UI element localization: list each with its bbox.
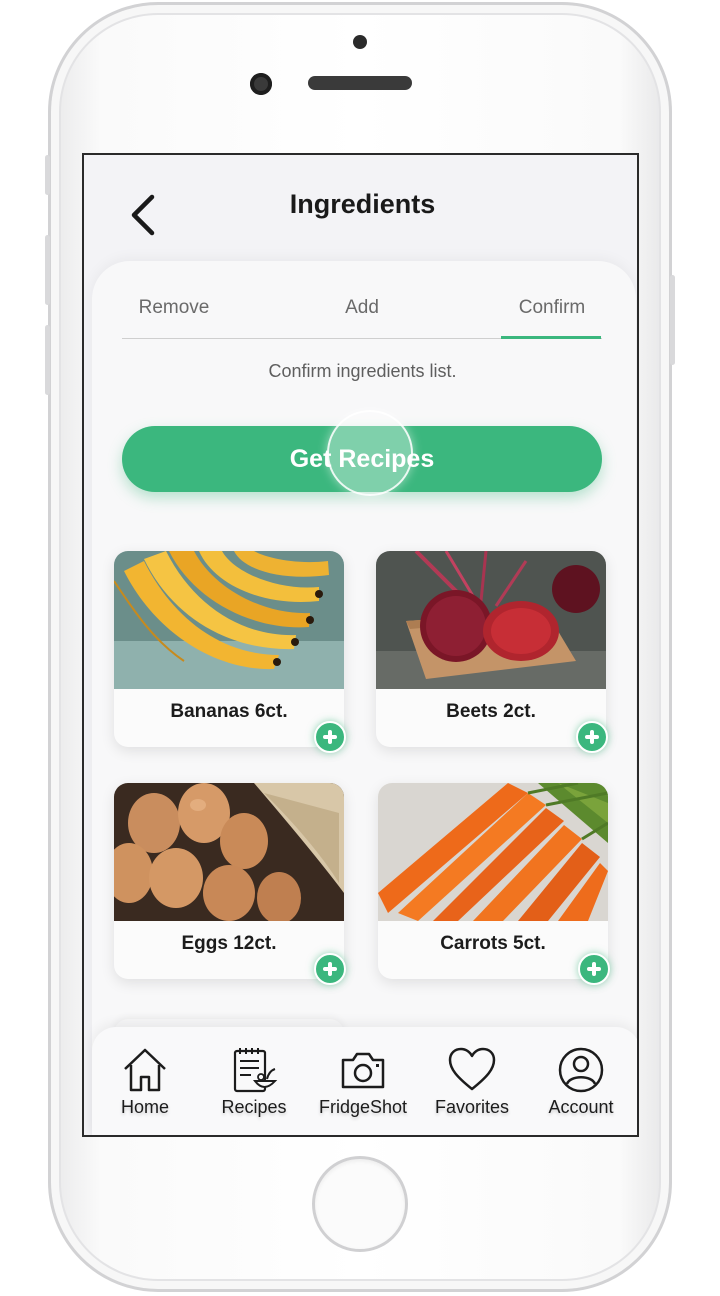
bananas-image xyxy=(114,551,344,689)
nav-fridgeshot[interactable]: FridgeShot xyxy=(308,1045,418,1135)
ingredient-card-bananas[interactable]: Bananas 6ct. xyxy=(114,551,346,753)
ingredient-card-carrots[interactable]: Carrots 5ct. xyxy=(378,783,610,985)
touch-indicator xyxy=(327,410,413,496)
camera-icon xyxy=(341,1052,385,1089)
eggs-image xyxy=(114,783,344,921)
nav-label-home: Home xyxy=(120,1097,169,1117)
home-hardware-button[interactable] xyxy=(312,1156,408,1252)
carrots-image xyxy=(378,783,608,921)
recipes-icon xyxy=(233,1048,278,1093)
add-icon[interactable] xyxy=(314,953,346,985)
sensor-dot xyxy=(353,35,367,49)
add-icon[interactable] xyxy=(578,953,610,985)
heart-icon xyxy=(448,1047,496,1091)
tab-add[interactable]: Add xyxy=(312,297,412,319)
confirm-hint-text: Confirm ingredients list. xyxy=(268,361,457,381)
add-icon[interactable] xyxy=(576,721,608,753)
tab-confirm[interactable]: Confirm xyxy=(502,297,602,319)
account-icon xyxy=(558,1047,604,1093)
tab-remove[interactable]: Remove xyxy=(124,297,224,319)
earpiece-speaker xyxy=(308,76,412,90)
volume-up-button xyxy=(45,235,50,305)
nav-home[interactable]: Home xyxy=(90,1045,200,1135)
ingredient-label: Bananas 6ct. xyxy=(170,701,288,722)
page-title: Ingredients xyxy=(289,189,436,219)
nav-label-recipes: Recipes xyxy=(221,1097,287,1117)
nav-label-fridgeshot: FridgeShot xyxy=(318,1097,408,1117)
ingredient-label: Eggs 12ct. xyxy=(181,933,277,954)
nav-label-account: Account xyxy=(548,1097,614,1117)
bottom-navigation: Home Recipes FridgeShot Favorites Accoun… xyxy=(90,1027,637,1135)
ingredient-card-eggs[interactable]: Eggs 12ct. xyxy=(114,783,346,985)
active-tab-indicator xyxy=(501,336,601,339)
ingredient-label: Beets 2ct. xyxy=(446,701,536,722)
nav-label-favorites: Favorites xyxy=(434,1097,510,1117)
ingredient-label: Carrots 5ct. xyxy=(440,933,546,954)
home-icon xyxy=(124,1048,166,1092)
nav-recipes[interactable]: Recipes xyxy=(199,1045,309,1135)
app-screen: Ingredients Remove Add Confirm Confirm i… xyxy=(82,153,639,1137)
power-button xyxy=(670,275,675,365)
add-icon[interactable] xyxy=(314,721,346,753)
beets-image xyxy=(376,551,606,689)
front-camera xyxy=(250,73,272,95)
mute-switch xyxy=(45,155,50,195)
nav-account[interactable]: Account xyxy=(526,1045,636,1135)
ingredient-card-beets[interactable]: Beets 2ct. xyxy=(376,551,608,753)
volume-down-button xyxy=(45,325,50,395)
nav-favorites[interactable]: Favorites xyxy=(417,1045,527,1135)
